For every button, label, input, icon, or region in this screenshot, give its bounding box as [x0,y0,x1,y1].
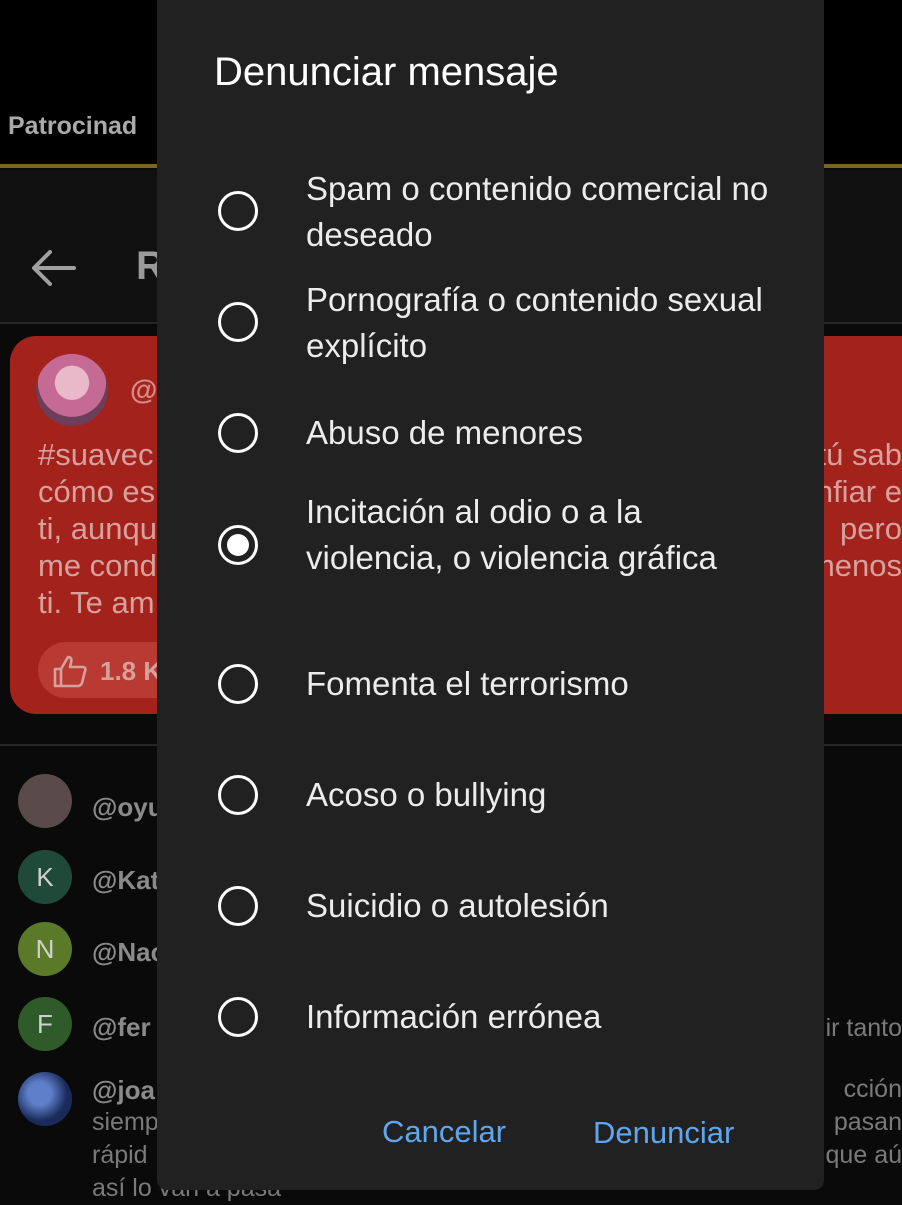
comment-handle[interactable]: @fer [92,1012,151,1043]
radio-button[interactable] [218,775,258,815]
radio-button[interactable] [218,302,258,342]
option-label: Spam o contenido comercial no deseado [306,170,769,253]
avatar[interactable] [36,354,108,426]
option-label: Pornografía o contenido sexual explícito [306,281,763,364]
report-option-harassment[interactable]: Acoso o bullying [157,772,824,818]
report-option-spam[interactable]: Spam o contenido comercial no deseado [157,166,824,258]
radio-button[interactable] [218,191,258,231]
cancel-button[interactable]: Cancelar [382,1114,506,1150]
report-option-suicide[interactable]: Suicidio o autolesión [157,883,824,929]
radio-button[interactable] [218,664,258,704]
like-count: 1.8 K [100,656,163,686]
avatar[interactable]: F [18,997,72,1051]
report-option-child-abuse[interactable]: Abuso de menores [157,410,824,456]
comment-text: cción pasan que aú [825,1075,902,1169]
avatar[interactable]: K [18,850,72,904]
post-handle[interactable]: @ [130,374,157,406]
option-label: Incitación al odio o a la violencia, o v… [306,493,717,576]
radio-button-selected[interactable] [218,525,258,565]
comment-handle[interactable]: @Kat [92,865,159,896]
option-label: Abuso de menores [306,414,584,451]
report-option-terrorism[interactable]: Fomenta el terrorismo [157,661,824,707]
comment-text: ir tanto [825,1014,902,1042]
report-option-misinformation[interactable]: Información errónea [157,994,824,1040]
post-text-left: #suavec cómo es ti, aunqu me cond ti. Te… [38,437,157,620]
back-arrow-icon[interactable] [30,248,78,288]
comment-handle[interactable]: @Nac [92,937,165,968]
avatar[interactable] [18,1072,72,1126]
dialog-title: Denunciar mensaje [214,50,559,94]
report-option-hate-violence[interactable]: Incitación al odio o a la violencia, o v… [157,489,824,627]
report-submit-button[interactable]: Denunciar [593,1115,734,1151]
report-option-pornography[interactable]: Pornografía o contenido sexual explícito [157,277,824,369]
thumbs-up-icon [53,655,87,688]
report-dialog: Denunciar mensaje Spam o contenido comer… [157,0,824,1190]
option-label: Fomenta el terrorismo [306,665,629,702]
option-label: Información errónea [306,998,602,1035]
avatar[interactable]: N [18,922,72,976]
radio-button[interactable] [218,997,258,1037]
radio-button[interactable] [218,413,258,453]
option-label: Acoso o bullying [306,776,547,813]
radio-button[interactable] [218,886,258,926]
comment-handle[interactable]: @oyu [92,792,164,823]
avatar[interactable] [18,774,72,828]
comment-handle[interactable]: @joa [92,1075,155,1106]
option-label: Suicidio o autolesión [306,887,609,924]
sponsor-tab[interactable]: Patrocinad [8,112,137,141]
